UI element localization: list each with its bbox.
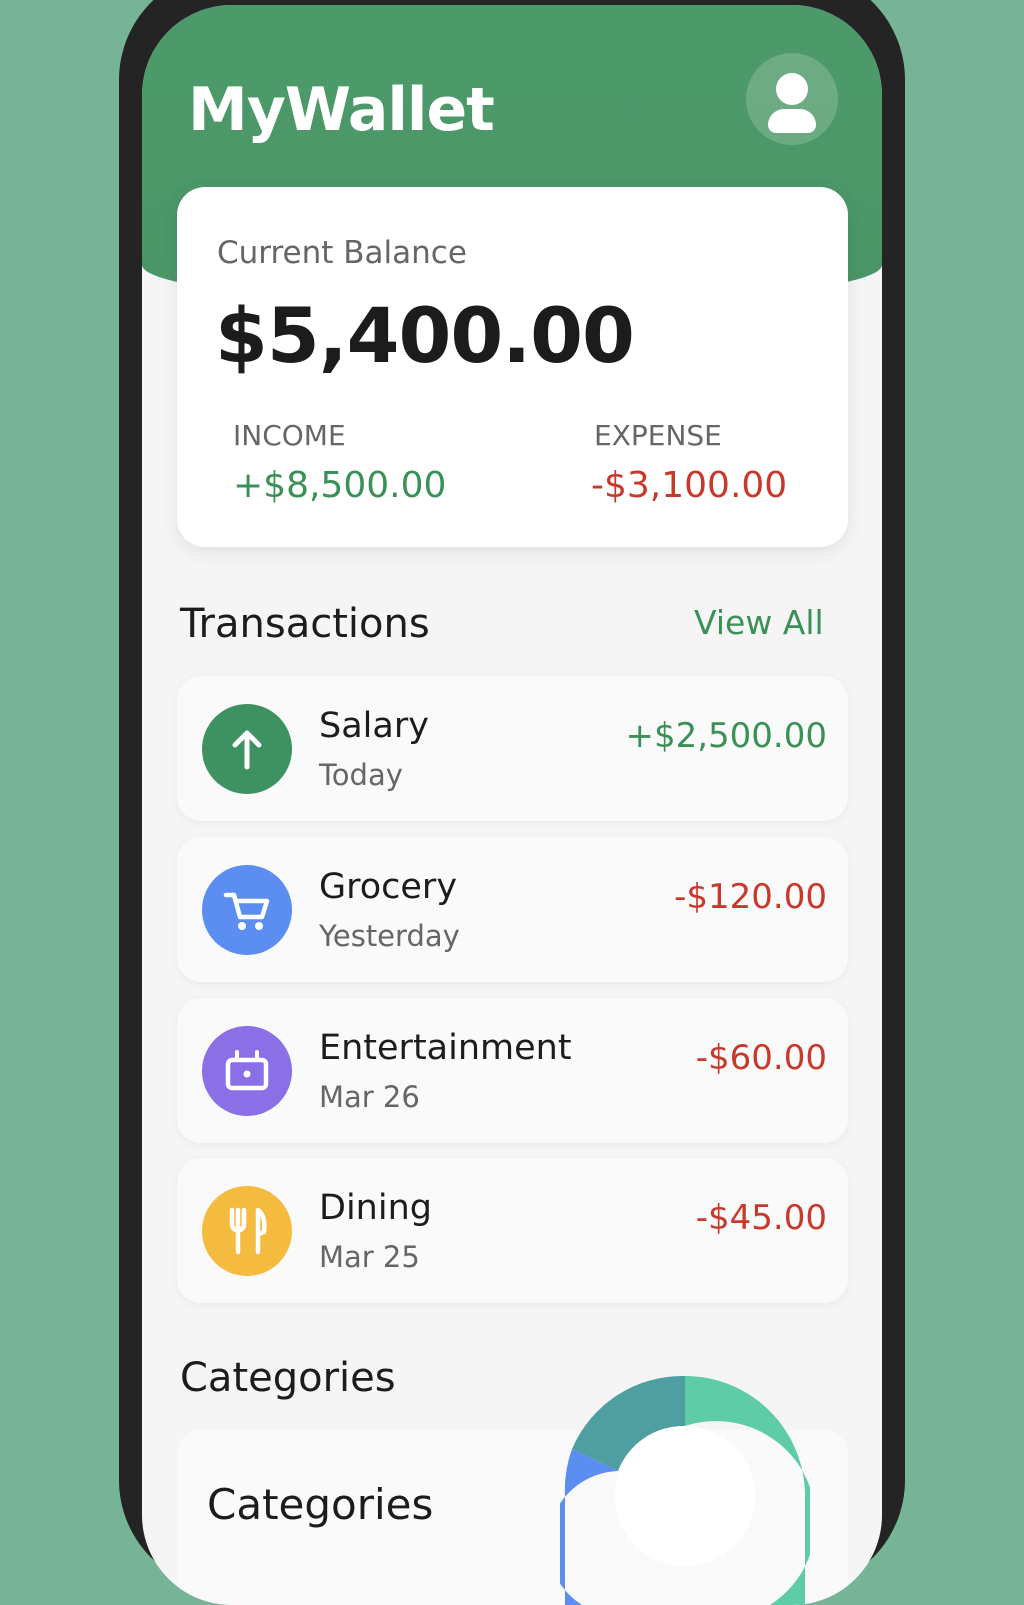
app-screen: MyWallet Current Balance $5,400.00 INCOM… <box>142 5 882 1605</box>
transaction-name: Grocery <box>319 867 458 907</box>
tv-icon <box>202 1026 292 1116</box>
categories-title: Categories <box>180 1355 396 1401</box>
balance-label: Current Balance <box>217 235 467 271</box>
transaction-amount: -$45.00 <box>695 1198 827 1238</box>
transaction-date: Mar 25 <box>319 1240 420 1274</box>
transaction-item-grocery[interactable]: Grocery Yesterday -$120.00 <box>177 837 848 982</box>
transaction-name: Dining <box>319 1188 432 1228</box>
expense-label: EXPENSE <box>594 419 722 452</box>
app-title: MyWallet <box>188 75 495 145</box>
transactions-title: Transactions <box>180 601 430 647</box>
balance-card: Current Balance $5,400.00 INCOME +$8,500… <box>177 187 848 547</box>
transaction-name: Salary <box>319 706 429 746</box>
donut-segment-blue <box>560 1449 618 1605</box>
balance-amount: $5,400.00 <box>215 291 635 380</box>
transaction-item-entertainment[interactable]: Entertainment Mar 26 -$60.00 <box>177 998 848 1143</box>
fork-knife-icon <box>202 1186 292 1276</box>
transaction-date: Mar 26 <box>319 1080 420 1114</box>
donut-chart-icon <box>560 1375 810 1605</box>
transaction-amount: +$2,500.00 <box>625 716 827 756</box>
view-all-link[interactable]: View All <box>694 603 824 642</box>
transaction-amount: -$60.00 <box>695 1038 827 1078</box>
income-value: +$8,500.00 <box>233 465 447 506</box>
transaction-item-dining[interactable]: Dining Mar 25 -$45.00 <box>177 1158 848 1303</box>
profile-button[interactable] <box>746 53 838 145</box>
arrow-up-icon <box>202 704 292 794</box>
categories-card-title: Categories <box>207 1480 434 1529</box>
transaction-name: Entertainment <box>319 1028 572 1068</box>
transaction-date: Today <box>319 758 403 792</box>
expense-value: -$3,100.00 <box>591 465 788 506</box>
transaction-amount: -$120.00 <box>674 877 827 917</box>
income-label: INCOME <box>233 419 346 452</box>
transaction-item-salary[interactable]: Salary Today +$2,500.00 <box>177 676 848 821</box>
transaction-date: Yesterday <box>319 919 460 953</box>
shopping-cart-icon <box>202 865 292 955</box>
